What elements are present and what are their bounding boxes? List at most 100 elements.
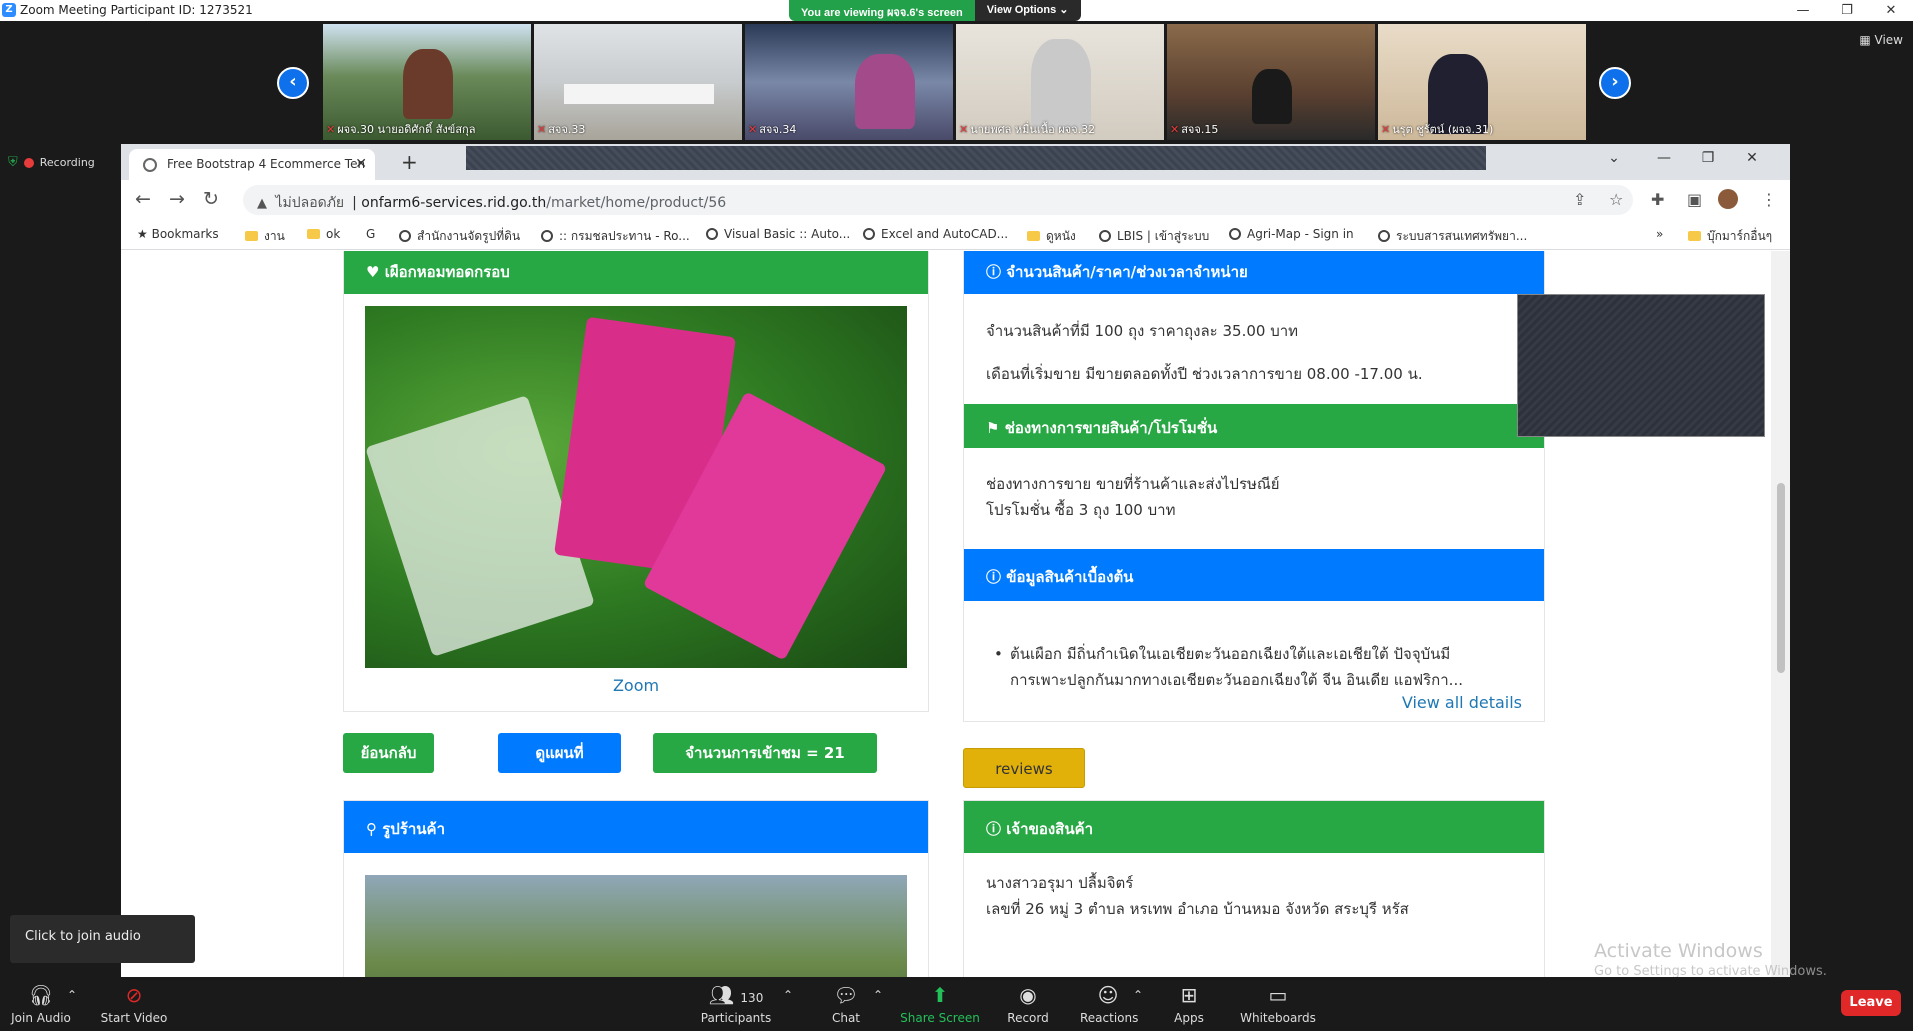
share-screen-button[interactable]: ⬆ Share Screen	[898, 983, 982, 1025]
folder-icon	[1688, 231, 1701, 241]
participants-button[interactable]: 👥︎ 130 Participants	[700, 983, 772, 1025]
bookmark-item[interactable]: ★ Bookmarks	[137, 227, 219, 241]
views-count-button[interactable]: จำนวนการเข้าชม = 21	[653, 733, 877, 773]
reactions-options-icon[interactable]: ⌃	[1130, 983, 1146, 1007]
participants-options-icon[interactable]: ⌃	[780, 983, 796, 1007]
url-input[interactable]: ▲ ไม่ปลอดภัย | onfarm6-services.rid.go.th…	[243, 185, 1633, 215]
participant-figure	[1252, 69, 1292, 124]
forward-icon[interactable]: →	[169, 188, 185, 210]
bookmark-item[interactable]: งาน	[245, 227, 285, 246]
participant-name: สจจ.33	[548, 123, 586, 136]
bookmark-item[interactable]: :: กรมชลประทาน - Ro...	[541, 227, 690, 246]
bookmark-item[interactable]: G	[366, 227, 375, 241]
close-tab-icon[interactable]: ✕	[355, 156, 367, 172]
browser-tab[interactable]: Free Bootstrap 4 Ecommerce Ten ✕	[129, 149, 375, 180]
share-icon[interactable]: ⇪	[1573, 190, 1586, 209]
avatar[interactable]	[1718, 189, 1738, 209]
audio-options-icon[interactable]: ⌃	[64, 983, 80, 1007]
map-button[interactable]: ดูแผนที่	[498, 733, 621, 773]
video-thumbnail[interactable]: ✕ นายพศล หมื่นเนื้อ ผจจ.32	[956, 24, 1164, 140]
video-thumbnail[interactable]: ✕ สจจ.15	[1167, 24, 1375, 140]
bookmark-item[interactable]: ระบบสารสนเทศทรัพยา...	[1378, 227, 1527, 246]
left-panel	[0, 141, 121, 977]
product-image[interactable]	[365, 306, 907, 668]
chat-button[interactable]: 💬︎ Chat	[826, 983, 866, 1025]
view-all-details-link[interactable]: View all details	[1402, 693, 1522, 712]
shop-header: ⚲ รูปร้านค้า	[344, 801, 928, 853]
view-button[interactable]: ▦ View	[1859, 33, 1903, 47]
more-bookmarks-icon[interactable]: »	[1656, 227, 1663, 241]
people-icon: 👥︎	[708, 983, 735, 1007]
bookmark-item[interactable]: ดูหนัง	[1027, 227, 1076, 246]
shop-title: รูปร้านค้า	[382, 820, 446, 838]
owner-header: ⓘ เจ้าของสินค้า	[964, 801, 1544, 853]
new-tab-button[interactable]: +	[401, 150, 418, 174]
participant-name: นายพศล หมื่นเนื้อ ผจจ.32	[970, 123, 1096, 136]
extensions-icon[interactable]: ✚	[1651, 190, 1664, 209]
minimize-button[interactable]: —	[1781, 0, 1825, 21]
globe-icon	[143, 158, 157, 172]
reactions-button[interactable]: ☺ Reactions	[1080, 983, 1138, 1025]
zoom-link[interactable]: Zoom	[344, 676, 928, 695]
bookmark-item[interactable]: LBIS | เข้าสู่ระบบ	[1099, 227, 1209, 246]
globe-icon	[1378, 230, 1390, 242]
other-bookmarks[interactable]: บุ๊กมาร์กอื่นๆ	[1688, 227, 1772, 246]
reload-icon[interactable]: ↻	[203, 188, 219, 210]
next-page-icon[interactable]: ›	[1599, 67, 1631, 99]
view-options-button[interactable]: View Options ⌄	[974, 0, 1081, 21]
apps-button[interactable]: ⊞ Apps	[1170, 983, 1208, 1025]
video-thumbnail[interactable]: ✕ ผจจ.30 นายอดิศักดิ์ สังข์สกุล	[323, 24, 531, 140]
floating-video-panel[interactable]	[1517, 294, 1765, 437]
whiteboards-button[interactable]: ▭ Whiteboards	[1240, 983, 1316, 1025]
shop-image[interactable]	[365, 875, 907, 977]
owner-address: เลขที่ 26 หมู่ 3 ตำบล หรเทพ อำเภอ บ้านหม…	[986, 900, 1409, 918]
bookmark-item[interactable]: Agri-Map - Sign in	[1229, 227, 1354, 241]
bookmark-item[interactable]: ok	[307, 227, 340, 241]
participants-count: 130	[740, 991, 764, 1005]
bullet-icon: •	[994, 645, 1003, 663]
back-icon[interactable]: ←	[135, 188, 151, 210]
shop-card: ⚲ รูปร้านค้า	[343, 800, 929, 977]
mic-muted-icon: ✕	[959, 123, 969, 136]
browser-restore-button[interactable]: ❐	[1686, 150, 1730, 166]
previous-page-icon[interactable]: ‹	[277, 67, 309, 99]
star-icon[interactable]: ☆	[1609, 190, 1623, 209]
participant-figure	[1031, 39, 1091, 129]
video-thumbnail[interactable]: ✕ สจจ.34	[745, 24, 953, 140]
video-thumbnail[interactable]: ✕ นรุต ชูรัตน์ (ผจจ.31)	[1378, 24, 1586, 140]
close-button[interactable]: ✕	[1869, 0, 1913, 21]
maximize-button[interactable]: ❐	[1825, 0, 1869, 21]
smiley-icon: ☺	[1097, 983, 1119, 1007]
grid-icon: ▦	[1859, 33, 1871, 47]
start-video-button[interactable]: ⊘ Start Video	[100, 983, 168, 1025]
recording-label: Recording	[39, 156, 95, 169]
back-button[interactable]: ย้อนกลับ	[343, 733, 434, 773]
bookmark-item[interactable]: Excel and AutoCAD...	[863, 227, 1008, 241]
video-thumbnail[interactable]: ✕ สจจ.33	[534, 24, 742, 140]
bookmarks-bar: ★ Bookmarks งาน ok G สำนักงานจัดรูปที่ดิ…	[121, 218, 1790, 250]
quantity-title: จำนวนสินค้า/ราคา/ช่วงเวลาจำหน่าย	[1006, 263, 1248, 281]
page-scrollbar[interactable]	[1771, 251, 1790, 977]
record-button[interactable]: ◉ Record	[1005, 983, 1051, 1025]
tab-search-icon[interactable]: ⌄	[1592, 150, 1636, 166]
globe-icon	[541, 230, 553, 242]
scrollbar-thumb[interactable]	[1777, 483, 1785, 673]
participant-name: สจจ.34	[759, 123, 797, 136]
bookmark-item[interactable]: Visual Basic :: Auto...	[706, 227, 850, 241]
info-title: ข้อมูลสินค้าเบื้องต้น	[1006, 568, 1134, 586]
zoom-toolbar: 🎧︎ Join Audio ⌃ ⊘ Start Video 👥︎ 130 Par…	[0, 977, 1913, 1031]
join-audio-button[interactable]: 🎧︎ Join Audio	[10, 983, 72, 1025]
menu-icon[interactable]: ⋮	[1761, 190, 1777, 209]
channel-line-1: ช่องทางการขาย ขายที่ร้านค้าและส่งไปรษณีย…	[986, 475, 1280, 493]
star-icon: ★	[137, 227, 148, 241]
leave-button[interactable]: Leave	[1841, 990, 1901, 1016]
sidepanel-icon[interactable]: ▣	[1687, 190, 1702, 209]
browser-close-button[interactable]: ✕	[1730, 150, 1774, 166]
participant-name: ผจจ.30 นายอดิศักดิ์ สังข์สกุล	[337, 123, 476, 136]
bookmark-item[interactable]: สำนักงานจัดรูปที่ดิน	[399, 227, 520, 246]
headphones-icon: 🎧︎	[28, 983, 54, 1007]
record-dot-icon	[23, 157, 34, 168]
reviews-button[interactable]: reviews	[963, 748, 1085, 788]
browser-minimize-button[interactable]: —	[1642, 150, 1686, 166]
chat-options-icon[interactable]: ⌃	[870, 983, 886, 1007]
